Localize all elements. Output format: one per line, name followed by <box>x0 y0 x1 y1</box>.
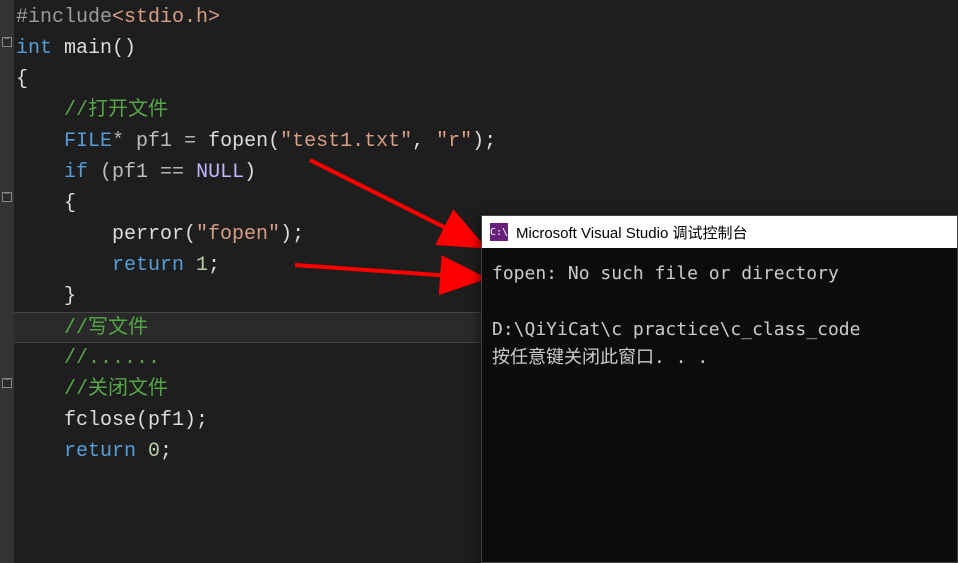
keyword-token: if <box>64 161 88 184</box>
comma: , <box>412 130 436 153</box>
console-output[interactable]: fopen: No such file or directory D:\QiYi… <box>482 248 957 384</box>
semicolon: ; <box>208 254 220 277</box>
number-literal: 1 <box>184 254 208 277</box>
comment: //关闭文件 <box>64 378 168 401</box>
gutter <box>0 0 14 563</box>
console-titlebar[interactable]: C:\ Microsoft Visual Studio 调试控制台 <box>482 216 957 248</box>
comment: //打开文件 <box>64 99 168 122</box>
brace: { <box>64 192 76 215</box>
preprocessor-token: #include <box>16 6 112 29</box>
comment: //...... <box>64 347 160 370</box>
code-line[interactable]: if (pf1 == NULL) <box>0 157 958 188</box>
comment: //写文件 <box>64 317 148 340</box>
brace: { <box>16 68 28 91</box>
code-line[interactable]: FILE* pf1 = fopen("test1.txt", "r"); <box>0 126 958 157</box>
semicolon: ; <box>160 440 172 463</box>
code-line[interactable]: int main() <box>0 33 958 64</box>
console-line: 按任意键关闭此窗口. . . <box>492 347 708 368</box>
brace: } <box>64 285 76 308</box>
identifier: pf1 <box>124 130 184 153</box>
expr: (pf1 <box>88 161 160 184</box>
punct: () <box>112 37 136 60</box>
string-literal: "r" <box>436 130 472 153</box>
code-line[interactable]: #include<stdio.h> <box>0 2 958 33</box>
type-token: FILE <box>64 130 112 153</box>
func-call: fclose <box>64 409 136 432</box>
code-line[interactable]: { <box>0 64 958 95</box>
fold-icon[interactable] <box>2 192 12 202</box>
debug-console-window[interactable]: C:\ Microsoft Visual Studio 调试控制台 fopen:… <box>481 215 958 563</box>
func-name: main <box>52 37 112 60</box>
keyword-token: int <box>16 37 52 60</box>
keyword-token: return <box>112 254 184 277</box>
fold-icon[interactable] <box>2 378 12 388</box>
paren: (pf1); <box>136 409 208 432</box>
paren: ); <box>472 130 496 153</box>
string-literal: "fopen" <box>196 223 280 246</box>
vs-console-icon: C:\ <box>490 223 508 241</box>
paren: ) <box>244 161 256 184</box>
func-call: fopen <box>196 130 268 153</box>
paren: ( <box>184 223 196 246</box>
number-literal: 0 <box>136 440 160 463</box>
paren: ( <box>268 130 280 153</box>
code-line[interactable]: //打开文件 <box>0 95 958 126</box>
string-literal: "test1.txt" <box>280 130 412 153</box>
console-title-text: Microsoft Visual Studio 调试控制台 <box>516 222 747 243</box>
operator: * <box>112 130 124 153</box>
include-path: <stdio.h> <box>112 6 220 29</box>
fold-icon[interactable] <box>2 37 12 47</box>
paren: ); <box>280 223 304 246</box>
keyword-token: return <box>64 440 136 463</box>
console-line: D:\QiYiCat\c practice\c_class_code <box>492 319 860 340</box>
func-call: perror <box>112 223 184 246</box>
operator: = <box>184 130 196 153</box>
null-literal: NULL <box>184 161 244 184</box>
console-line: fopen: No such file or directory <box>492 263 839 284</box>
operator: == <box>160 161 184 184</box>
